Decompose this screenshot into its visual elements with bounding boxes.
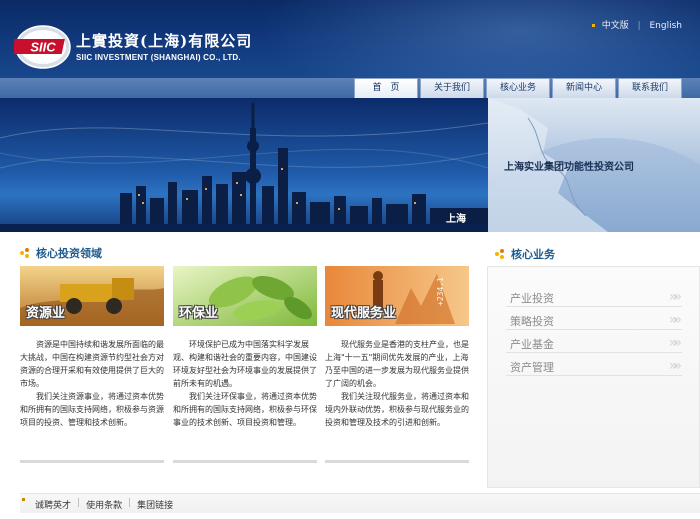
section-bullet-icon [20, 248, 30, 258]
language-switcher: 中文版 | English [591, 18, 683, 31]
nav-tab-news[interactable]: 新闻中心 [552, 78, 616, 98]
sector-paragraph: 环境保护已成为中国落实科学发展观、构建和谐社会的重要内容，中国建设环境友好型社会… [173, 340, 317, 388]
double-chevron-icon: »» [668, 335, 682, 351]
sector-text-environment: 环境保护已成为中国落实科学发展观、构建和谐社会的重要内容，中国建设环境友好型社会… [173, 338, 317, 429]
bullet-icon [591, 24, 595, 27]
section-title: 核心投资领域 [36, 247, 102, 260]
nav-tab-contact[interactable]: 联系我们 [618, 78, 682, 98]
double-chevron-icon: »» [668, 312, 682, 328]
footer-link-group[interactable]: 集团链接 [131, 498, 179, 511]
main-nav: 首 页 关于我们 核心业务 新闻中心 联系我们 [0, 78, 700, 98]
sidebar-title: 核心业务 [511, 248, 555, 261]
sector-paragraph: 我们关注现代服务业，将通过资本和境内外联动优势，积极参与现代服务业的投资和管理及… [325, 392, 469, 427]
shanghai-skyline-image: 上海 [0, 98, 488, 232]
sector-paragraph: 资源是中国持续和谐发展所面临的最大挑战，中国在构建资源节约型社会方对资源的合理开… [20, 340, 164, 388]
core-fields-heading: 核心投资领域 [20, 245, 102, 261]
sidebar-item-label: 策略投资 [510, 315, 554, 328]
banner-tagline: 上海实业集团功能性投资公司 [504, 162, 634, 173]
sidebar-panel: 产业投资 »» 策略投资 »» 产业基金 »» 资产管理 »» [487, 266, 700, 488]
footer-link-terms[interactable]: 使用条款 [80, 498, 128, 511]
sector-label-environment: 环保业 [179, 306, 219, 321]
sector-label-resources: 资源业 [26, 306, 66, 321]
double-chevron-icon: »» [668, 358, 682, 374]
bullet-icon [22, 498, 25, 501]
sector-text-modern-services: 现代服务业是香港的支柱产业，也是上海"十一五"期间优先发展的产业，上海乃至中国的… [325, 338, 469, 429]
sidebar-item-label: 产业投资 [510, 292, 554, 305]
siic-logo-icon[interactable]: SIIC [14, 24, 72, 70]
footer-link-careers[interactable]: 诚聘英才 [29, 498, 77, 511]
company-name-cn: 上實投資(上海)有限公司 [76, 32, 253, 50]
sidebar-item-asset-management[interactable]: 资产管理 »» [506, 356, 682, 376]
company-name-en: SIIC INVESTMENT (SHANGHAI) CO., LTD. [76, 53, 241, 62]
page: SIIC 上實投資(上海)有限公司 SIIC INVESTMENT (SHANG… [0, 0, 700, 519]
sector-paragraph: 现代服务业是香港的支柱产业，也是上海"十一五"期间优先发展的产业，上海乃至中国的… [325, 340, 469, 388]
sidebar-item-label: 产业基金 [510, 338, 554, 351]
sector-text-resources: 资源是中国持续和谐发展所面临的最大挑战，中国在构建资源节约型社会方对资源的合理开… [20, 338, 164, 429]
sector-label-modern-services: 现代服务业 [331, 306, 397, 321]
sidebar-item-strategic-investment[interactable]: 策略投资 »» [506, 310, 682, 330]
sidebar-heading: 核心业务 [487, 240, 700, 268]
logo-mark: SIIC [30, 40, 56, 55]
core-business-sidebar: 核心业务 产业投资 »» 策略投资 »» 产业基金 »» 资产管理 »» [487, 240, 700, 488]
nav-tab-about[interactable]: 关于我们 [420, 78, 484, 98]
section-bullet-icon [495, 249, 505, 259]
globe-panel: 上海实业集团功能性投资公司 [488, 98, 700, 232]
sector-paragraph: 我们关注资源事业，将通过资本优势和所拥有的国际支持网络，积极参与资源项目的投资、… [20, 392, 164, 427]
double-chevron-icon: »» [668, 289, 682, 305]
banner-city-label: 上海 [446, 214, 466, 225]
skyline-illustration [0, 103, 488, 232]
lang-english-link[interactable]: English [650, 21, 683, 31]
nav-tab-home[interactable]: 首 页 [354, 78, 418, 98]
sidebar-item-industrial-investment[interactable]: 产业投资 »» [506, 287, 682, 307]
sidebar-item-industrial-fund[interactable]: 产业基金 »» [506, 333, 682, 353]
sector-paragraph: 我们关注环保事业，将通过资本优势和所拥有的国际支持网络，积极参与环保事业的技术创… [173, 392, 317, 427]
sidebar-item-label: 资产管理 [510, 361, 554, 374]
lang-chinese-link[interactable]: 中文版 [602, 21, 629, 31]
site-footer: 诚聘英才 | 使用条款 | 集团链接 [20, 493, 700, 513]
nav-tab-core-business[interactable]: 核心业务 [486, 78, 550, 98]
hero-banner: 上海 上海实业集团功能性投资公司 [0, 98, 700, 232]
svg-text:+234.1: +234.1 [436, 277, 445, 306]
